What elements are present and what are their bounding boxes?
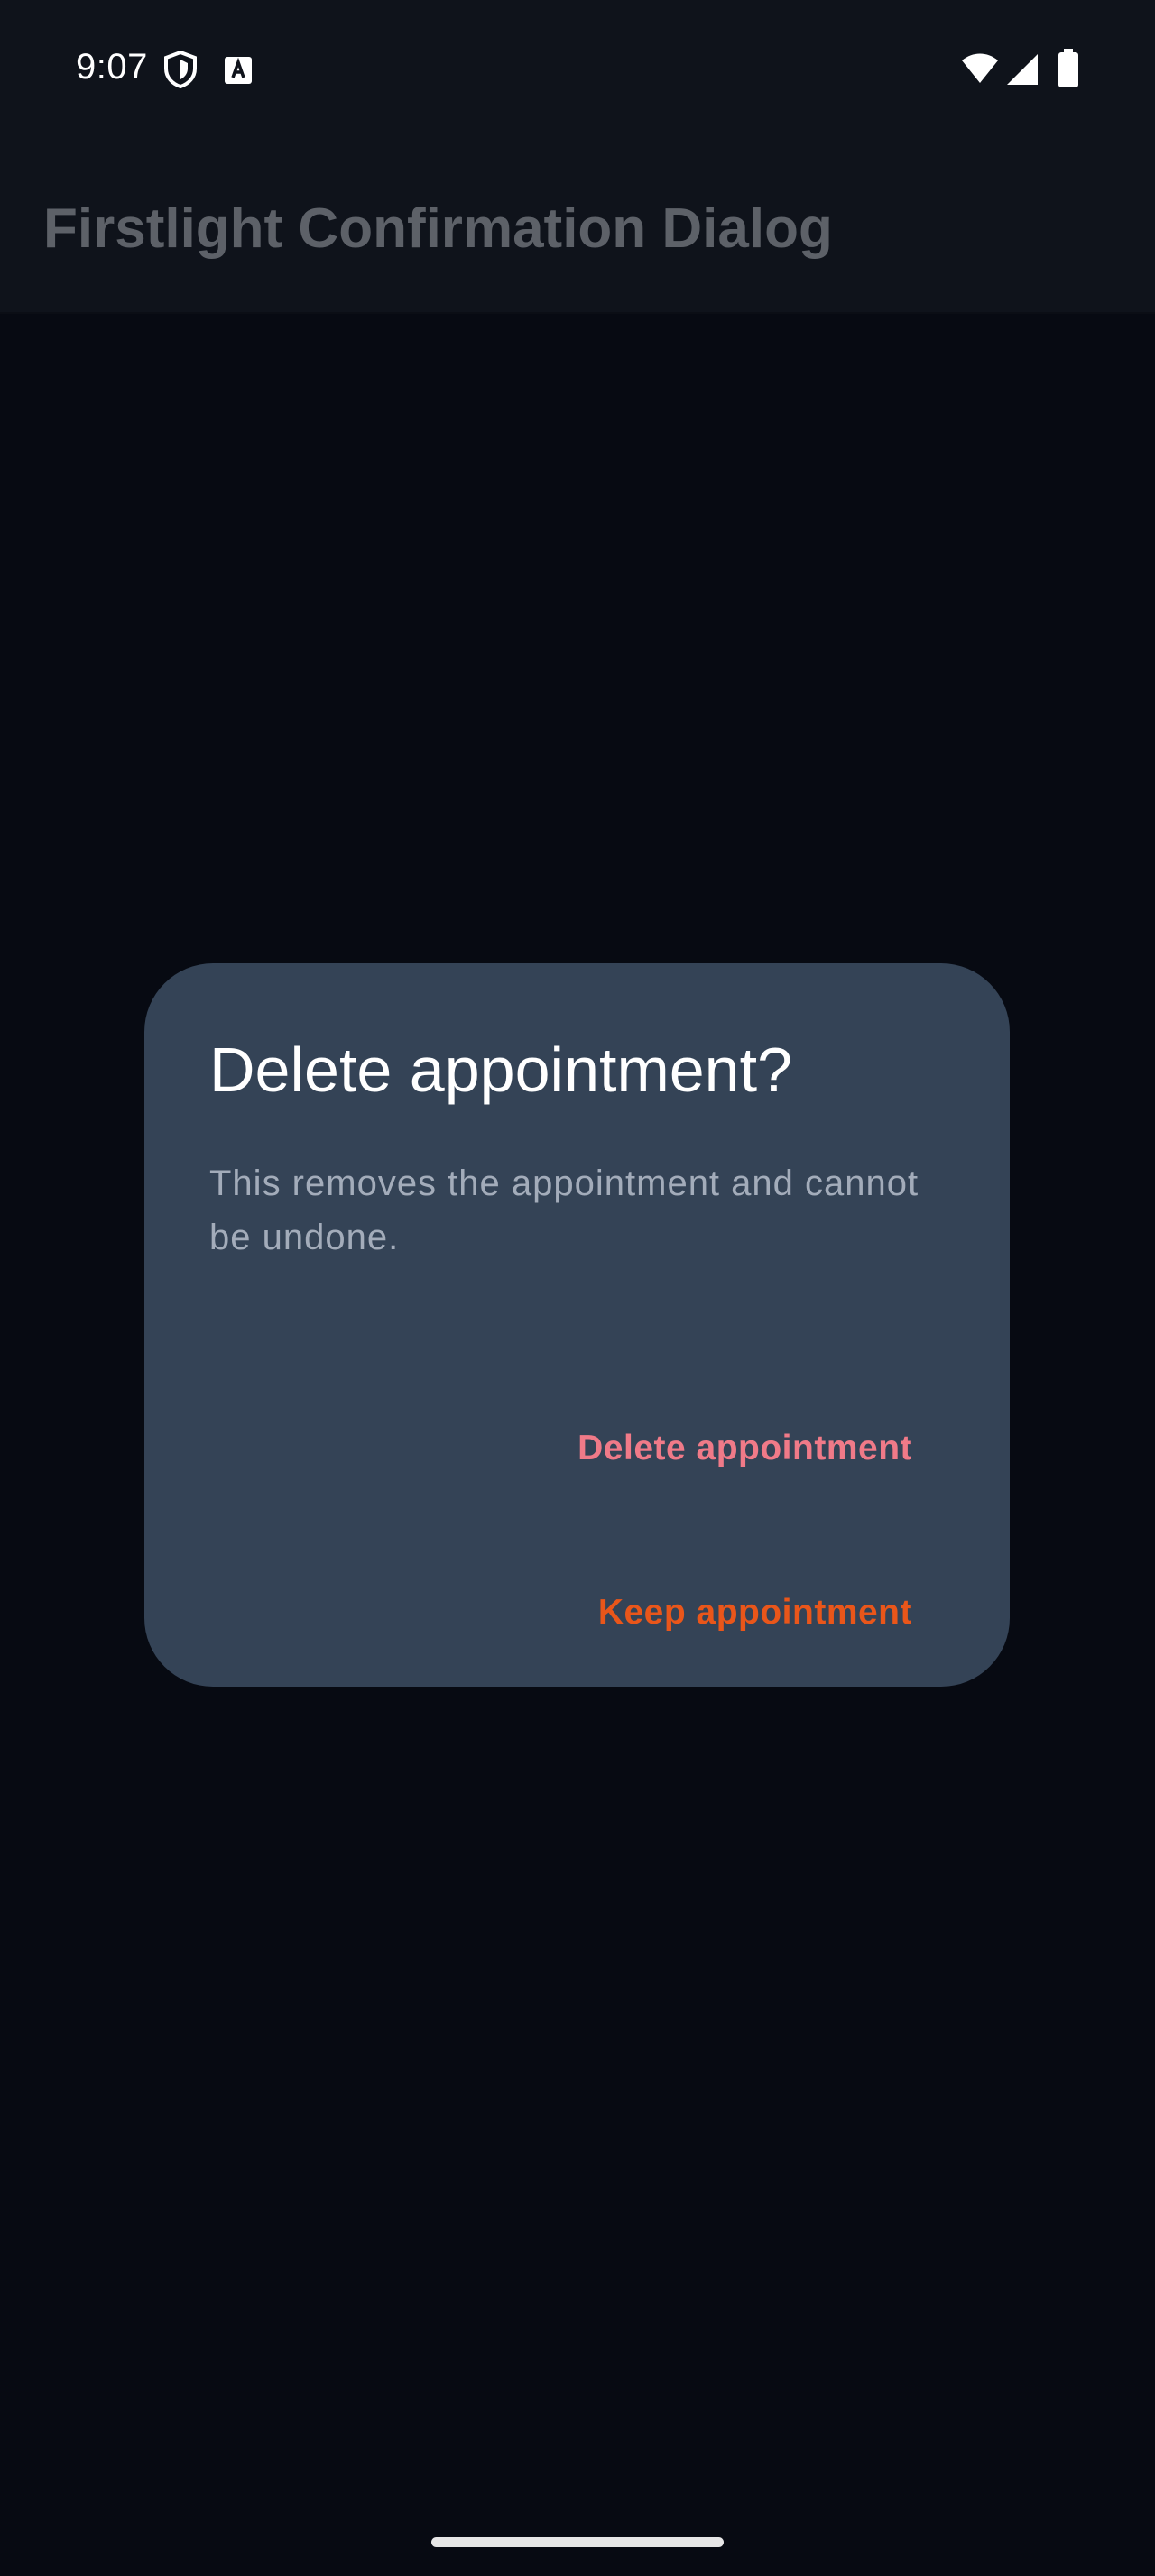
shield-icon (162, 50, 199, 93)
cellular-signal-icon (1005, 52, 1040, 91)
dialog-message: This removes the appointment and cannot … (209, 1164, 919, 1257)
app-bar-divider (0, 312, 1155, 314)
app-title: Firstlight Confirmation Dialog (43, 198, 833, 260)
keep-appointment-button[interactable]: Keep appointment (580, 1559, 912, 1667)
status-time: 9:07 (76, 47, 148, 87)
screen: 9:07 Firstlight Confirmation Dialog Dele… (0, 0, 1155, 2576)
dialog-title: Delete appointment? (209, 1035, 792, 1105)
gesture-nav-handle[interactable] (431, 2537, 724, 2547)
status-bar: 9:07 (0, 0, 1155, 135)
delete-appointment-button[interactable]: Delete appointment (559, 1394, 912, 1503)
wifi-icon (960, 52, 1000, 89)
app-bar: Firstlight Confirmation Dialog (0, 135, 1155, 312)
confirmation-dialog: Delete appointment? This removes the app… (144, 963, 1010, 1687)
keyboard-a-icon (224, 56, 253, 89)
battery-icon (1058, 49, 1079, 93)
